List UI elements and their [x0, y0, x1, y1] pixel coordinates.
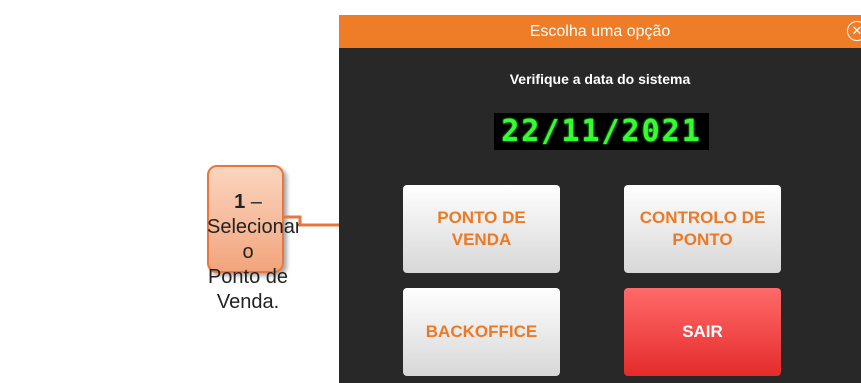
backoffice-button[interactable]: BACKOFFICE [403, 288, 560, 376]
check-date-label: Verifique a data do sistema [509, 71, 691, 87]
dialog-title: Escolha uma opção [529, 23, 671, 40]
point-of-sale-button[interactable]: PONTO DE VENDA [403, 185, 560, 273]
time-clock-button[interactable]: CONTROLO DE PONTO [624, 185, 781, 273]
dialog-title-bar: Escolha uma opção ✕ [339, 15, 861, 48]
exit-button[interactable]: SAIR [624, 288, 781, 376]
system-date-value: 22/11/2021 [501, 114, 702, 149]
close-icon[interactable]: ✕ [847, 21, 861, 41]
choose-option-dialog: Escolha uma opção ✕ Verifique a data do … [339, 15, 861, 383]
system-date-display: 22/11/2021 [494, 113, 709, 150]
